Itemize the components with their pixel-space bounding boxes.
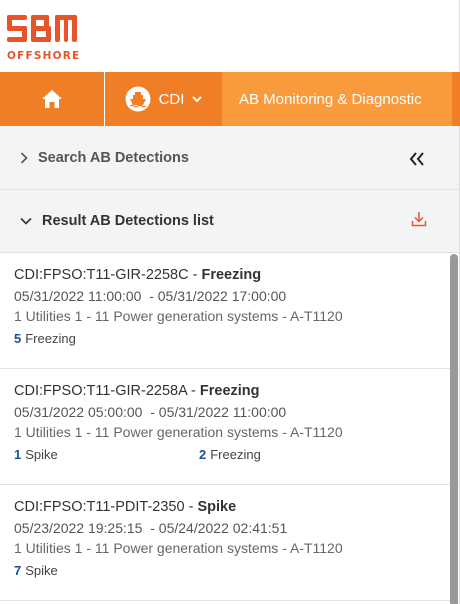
detection-counts: 1 Spike 2 Freezing: [14, 447, 459, 462]
detection-tag: CDI:FPSO:T11-GIR-2258C: [14, 267, 189, 283]
count-label: Spike: [25, 447, 58, 462]
detection-title: CDI:FPSO:T11-GIR-2258A - Freezing: [14, 383, 260, 399]
sbm-logo-mark: [7, 15, 77, 42]
count-number: 1: [14, 447, 22, 462]
detection-tag: CDI:FPSO:T11-GIR-2258A: [14, 383, 187, 399]
count-label: Freezing: [25, 331, 76, 346]
home-icon: [42, 90, 62, 108]
detection-list-item[interactable]: CDI:FPSO:T11-PDIT-2350 - Spike 05/23/202…: [0, 485, 459, 601]
count-badge: 5 Freezing: [14, 331, 199, 346]
result-section-header[interactable]: Result AB Detections list: [0, 190, 459, 253]
count-badge: 7 Spike: [14, 563, 199, 578]
detection-dates: 05/31/2022 11:00:00 - 05/31/2022 17:00:0…: [14, 288, 287, 304]
double-chevron-left-icon: [409, 152, 424, 166]
ship-icon: [125, 86, 151, 112]
site-selector[interactable]: CDI: [105, 72, 222, 126]
download-icon: [411, 212, 427, 227]
detection-counts: 5 Freezing: [14, 331, 459, 346]
detection-system: 1 Utilities 1 - 11 Power generation syst…: [14, 540, 343, 556]
detection-dates: 05/23/2022 19:25:15 - 05/24/2022 02:41:5…: [14, 520, 288, 536]
count-number: 7: [14, 563, 22, 578]
top-navbar: CDI AB Monitoring & Diagnostic: [0, 72, 460, 126]
scrollbar-thumb[interactable]: [450, 254, 458, 604]
download-button[interactable]: [411, 211, 427, 232]
detection-type: Spike: [197, 499, 237, 515]
count-label: Spike: [25, 563, 58, 578]
site-label: CDI: [158, 90, 185, 108]
brand-name: OFFSHORE: [7, 50, 81, 62]
detection-list-item[interactable]: CDI:FPSO:T11-GIR-2258A - Freezing 05/31/…: [0, 369, 459, 485]
detection-system: 1 Utilities 1 - 11 Power generation syst…: [14, 308, 343, 324]
detection-list-item[interactable]: CDI:FPSO:T11-GIR-2258C - Freezing 05/31/…: [0, 253, 459, 369]
header: OFFSHORE: [0, 0, 460, 72]
detection-dates: 05/31/2022 05:00:00 - 05/31/2022 11:00:0…: [14, 404, 287, 420]
chevron-down-icon: [192, 95, 203, 102]
collapse-panel-button[interactable]: [409, 150, 425, 171]
count-badge: 2 Freezing: [199, 447, 384, 462]
sbm-logo[interactable]: OFFSHORE: [7, 15, 81, 62]
count-label: Freezing: [210, 447, 261, 462]
navbar-edge: [452, 72, 460, 126]
detection-title: CDI:FPSO:T11-PDIT-2350 - Spike: [14, 499, 237, 515]
detection-counts: 7 Spike: [14, 563, 459, 578]
home-button[interactable]: [0, 72, 105, 126]
count-badge: 1 Spike: [14, 447, 199, 462]
detection-type: Freezing: [199, 383, 260, 399]
detection-type: Freezing: [201, 267, 262, 283]
detection-tag: CDI:FPSO:T11-PDIT-2350: [14, 499, 185, 515]
app-tab-ab-monitoring[interactable]: AB Monitoring & Diagnostic: [222, 72, 452, 126]
search-section-header[interactable]: Search AB Detections: [0, 126, 459, 190]
count-number: 2: [199, 447, 207, 462]
detection-system: 1 Utilities 1 - 11 Power generation syst…: [14, 424, 343, 440]
chevron-right-icon: [20, 151, 28, 164]
result-section-label: Result AB Detections list: [42, 213, 214, 229]
left-panel: Search AB Detections Result AB Detection…: [0, 126, 460, 604]
detection-title: CDI:FPSO:T11-GIR-2258C - Freezing: [14, 267, 262, 283]
chevron-down-icon: [20, 217, 32, 225]
search-section-label: Search AB Detections: [38, 149, 189, 166]
count-number: 5: [14, 331, 22, 346]
